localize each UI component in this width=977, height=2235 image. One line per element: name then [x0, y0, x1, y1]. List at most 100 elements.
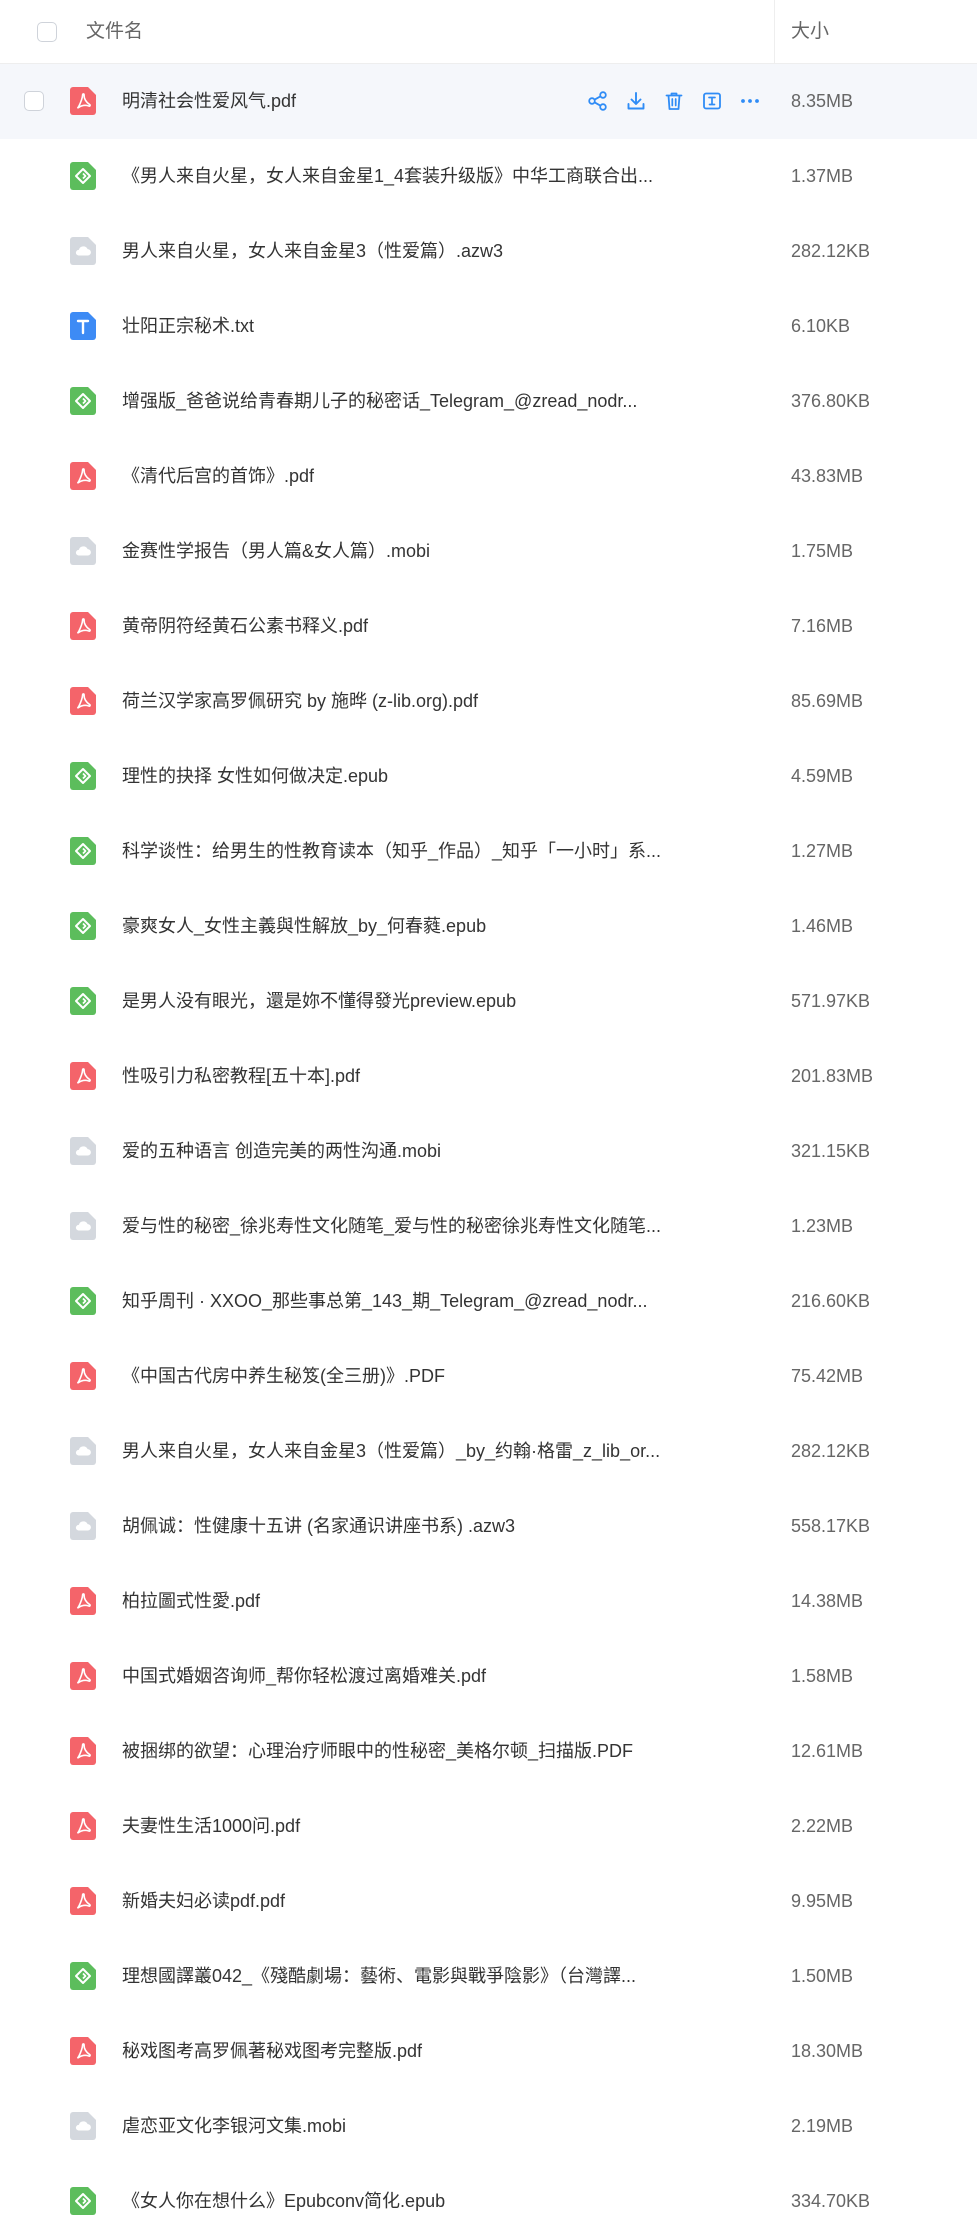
file-row[interactable]: 增强版_爸爸说给青春期儿子的秘密话_Telegram_@zread_nodr..… [0, 364, 977, 439]
column-divider[interactable] [774, 0, 775, 63]
file-row[interactable]: 科学谈性：给男生的性教育读本（知乎_作品）_知乎「一小时」系... 1.27MB [0, 814, 977, 889]
file-name[interactable]: 胡佩诚：性健康十五讲 (名家通识讲座书系) .azw3 [122, 1514, 662, 1538]
file-name[interactable]: 虐恋亚文化李银河文集.mobi [122, 2114, 662, 2138]
file-size: 1.37MB [791, 166, 854, 186]
column-header-filename[interactable]: 文件名 [86, 20, 143, 44]
file-row[interactable]: 金赛性学报告（男人篇&女人篇）.mobi 1.75MB [0, 514, 977, 589]
file-row[interactable]: 被捆绑的欲望：心理治疗师眼中的性秘密_美格尔顿_扫描版.PDF 12.61MB [0, 1714, 977, 1789]
file-name[interactable]: 增强版_爸爸说给青春期儿子的秘密话_Telegram_@zread_nodr..… [122, 389, 662, 413]
txt-file-icon [70, 312, 96, 340]
file-name[interactable]: 理想國譯叢042_《殘酷劇場：藝術、電影與戰爭陰影》（台灣譯... [122, 1964, 662, 1988]
row-checkbox[interactable] [24, 91, 44, 111]
pdf-file-icon [70, 1662, 96, 1690]
file-row[interactable]: 《女人你在想什么》Epubconv简化.epub 334.70KB [0, 2164, 977, 2235]
column-header-size[interactable]: 大小 [791, 20, 829, 44]
file-row[interactable]: 爱与性的秘密_徐兆寿性文化随笔_爱与性的秘密徐兆寿性文化随笔... 1.23MB [0, 1189, 977, 1264]
file-size: 9.95MB [791, 1891, 854, 1911]
file-row[interactable]: 理想國譯叢042_《殘酷劇場：藝術、電影與戰爭陰影》（台灣譯... 1.50MB [0, 1939, 977, 2014]
file-row[interactable]: 荷兰汉学家高罗佩研究 by 施晔 (z-lib.org).pdf 85.69MB [0, 664, 977, 739]
file-size: 18.30MB [791, 2041, 864, 2061]
file-row[interactable]: 男人来自火星，女人来自金星3（性爱篇）_by_约翰·格雷_z_lib_or...… [0, 1414, 977, 1489]
file-row[interactable]: 中国式婚姻咨询师_帮你轻松渡过离婚难关.pdf 1.58MB [0, 1639, 977, 1714]
file-row[interactable]: 黄帝阴符经黄石公素书释义.pdf 7.16MB [0, 589, 977, 664]
select-all-checkbox[interactable] [37, 22, 57, 42]
file-name[interactable]: 《中国古代房中养生秘笈(全三册)》.PDF [122, 1364, 662, 1388]
file-size: 1.23MB [791, 1216, 854, 1236]
file-name[interactable]: 荷兰汉学家高罗佩研究 by 施晔 (z-lib.org).pdf [122, 689, 662, 713]
file-name[interactable]: 《男人来自火星，女人来自金星1_4套装升级版》中华工商联合出... [122, 164, 662, 188]
file-row[interactable]: 《中国古代房中养生秘笈(全三册)》.PDF 75.42MB [0, 1339, 977, 1414]
file-row[interactable]: 知乎周刊 · XXOO_那些事总第_143_期_Telegram_@zread_… [0, 1264, 977, 1339]
file-name[interactable]: 秘戏图考高罗佩著秘戏图考完整版.pdf [122, 2039, 662, 2063]
file-row[interactable]: 豪爽女人_女性主義與性解放_by_何春蕤.epub 1.46MB [0, 889, 977, 964]
file-name[interactable]: 被捆绑的欲望：心理治疗师眼中的性秘密_美格尔顿_扫描版.PDF [122, 1739, 662, 1763]
file-row[interactable]: 明清社会性爱风气.pdf 8.35MB [0, 64, 977, 139]
file-size: 2.22MB [791, 1816, 854, 1836]
file-row[interactable]: 《男人来自火星，女人来自金星1_4套装升级版》中华工商联合出... 1.37MB [0, 139, 977, 214]
file-name[interactable]: 新婚夫妇必读pdf.pdf [122, 1889, 662, 1913]
pdf-file-icon [70, 1062, 96, 1090]
pdf-file-icon [70, 1737, 96, 1765]
file-row[interactable]: 是男人没有眼光，還是妳不懂得發光preview.epub 571.97KB [0, 964, 977, 1039]
file-size: 2.19MB [791, 2116, 854, 2136]
file-size: 321.15KB [791, 1141, 871, 1161]
file-row[interactable]: 男人来自火星，女人来自金星3（性爱篇）.azw3 282.12KB [0, 214, 977, 289]
epub-file-icon [70, 1287, 96, 1315]
file-name[interactable]: 《清代后宫的首饰》.pdf [122, 464, 662, 488]
file-size: 376.80KB [791, 391, 871, 411]
file-row[interactable]: 壮阳正宗秘术.txt 6.10KB [0, 289, 977, 364]
file-row[interactable]: 柏拉圖式性愛.pdf 14.38MB [0, 1564, 977, 1639]
file-list: 文件名 大小 明清社会性爱风气.pdf 8.35MB 《男人来自火星，女人来自金星1… [0, 0, 977, 2235]
more-icon[interactable] [738, 89, 762, 113]
file-row[interactable]: 爱的五种语言 创造完美的两性沟通.mobi 321.15KB [0, 1114, 977, 1189]
share-icon[interactable] [586, 89, 610, 113]
delete-icon[interactable] [662, 89, 686, 113]
file-row[interactable]: 夫妻性生活1000问.pdf 2.22MB [0, 1789, 977, 1864]
other-file-icon [70, 1512, 96, 1540]
other-file-icon [70, 1137, 96, 1165]
file-row[interactable]: 虐恋亚文化李银河文集.mobi 2.19MB [0, 2089, 977, 2164]
epub-file-icon [70, 912, 96, 940]
file-size: 334.70KB [791, 2191, 871, 2211]
file-size: 6.10KB [791, 316, 851, 336]
file-name[interactable]: 科学谈性：给男生的性教育读本（知乎_作品）_知乎「一小时」系... [122, 839, 662, 863]
file-name[interactable]: 壮阳正宗秘术.txt [122, 314, 662, 338]
file-row[interactable]: 秘戏图考高罗佩著秘戏图考完整版.pdf 18.30MB [0, 2014, 977, 2089]
file-name[interactable]: 《女人你在想什么》Epubconv简化.epub [122, 2189, 662, 2213]
file-size: 282.12KB [791, 1441, 871, 1461]
pdf-file-icon [70, 1812, 96, 1840]
file-name[interactable]: 明清社会性爱风气.pdf [122, 89, 662, 113]
file-row[interactable]: 胡佩诚：性健康十五讲 (名家通识讲座书系) .azw3 558.17KB [0, 1489, 977, 1564]
file-size: 1.50MB [791, 1966, 854, 1986]
file-name[interactable]: 男人来自火星，女人来自金星3（性爱篇）_by_约翰·格雷_z_lib_or... [122, 1439, 662, 1463]
file-name[interactable]: 金赛性学报告（男人篇&女人篇）.mobi [122, 539, 662, 563]
file-size: 282.12KB [791, 241, 871, 261]
pdf-file-icon [70, 612, 96, 640]
file-name[interactable]: 性吸引力私密教程[五十本].pdf [122, 1064, 662, 1088]
file-row[interactable]: 新婚夫妇必读pdf.pdf 9.95MB [0, 1864, 977, 1939]
file-name[interactable]: 男人来自火星，女人来自金星3（性爱篇）.azw3 [122, 239, 662, 263]
rename-icon[interactable] [700, 89, 724, 113]
other-file-icon [70, 1212, 96, 1240]
file-row[interactable]: 《清代后宫的首饰》.pdf 43.83MB [0, 439, 977, 514]
epub-file-icon [70, 2187, 96, 2215]
file-row[interactable]: 性吸引力私密教程[五十本].pdf 201.83MB [0, 1039, 977, 1114]
file-name[interactable]: 理性的抉择 女性如何做决定.epub [122, 764, 662, 788]
pdf-file-icon [70, 462, 96, 490]
file-name[interactable]: 豪爽女人_女性主義與性解放_by_何春蕤.epub [122, 914, 662, 938]
file-row[interactable]: 理性的抉择 女性如何做决定.epub 4.59MB [0, 739, 977, 814]
epub-file-icon [70, 162, 96, 190]
download-icon[interactable] [624, 89, 648, 113]
file-name[interactable]: 是男人没有眼光，還是妳不懂得發光preview.epub [122, 989, 662, 1013]
file-name[interactable]: 黄帝阴符经黄石公素书释义.pdf [122, 614, 662, 638]
other-file-icon [70, 237, 96, 265]
file-name[interactable]: 夫妻性生活1000问.pdf [122, 1814, 662, 1838]
file-name[interactable]: 爱的五种语言 创造完美的两性沟通.mobi [122, 1139, 662, 1163]
file-name[interactable]: 爱与性的秘密_徐兆寿性文化随笔_爱与性的秘密徐兆寿性文化随笔... [122, 1214, 662, 1238]
file-name[interactable]: 柏拉圖式性愛.pdf [122, 1589, 662, 1613]
file-size: 4.59MB [791, 766, 854, 786]
file-name[interactable]: 知乎周刊 · XXOO_那些事总第_143_期_Telegram_@zread_… [122, 1289, 662, 1313]
other-file-icon [70, 2112, 96, 2140]
file-name[interactable]: 中国式婚姻咨询师_帮你轻松渡过离婚难关.pdf [122, 1664, 662, 1688]
pdf-file-icon [70, 687, 96, 715]
